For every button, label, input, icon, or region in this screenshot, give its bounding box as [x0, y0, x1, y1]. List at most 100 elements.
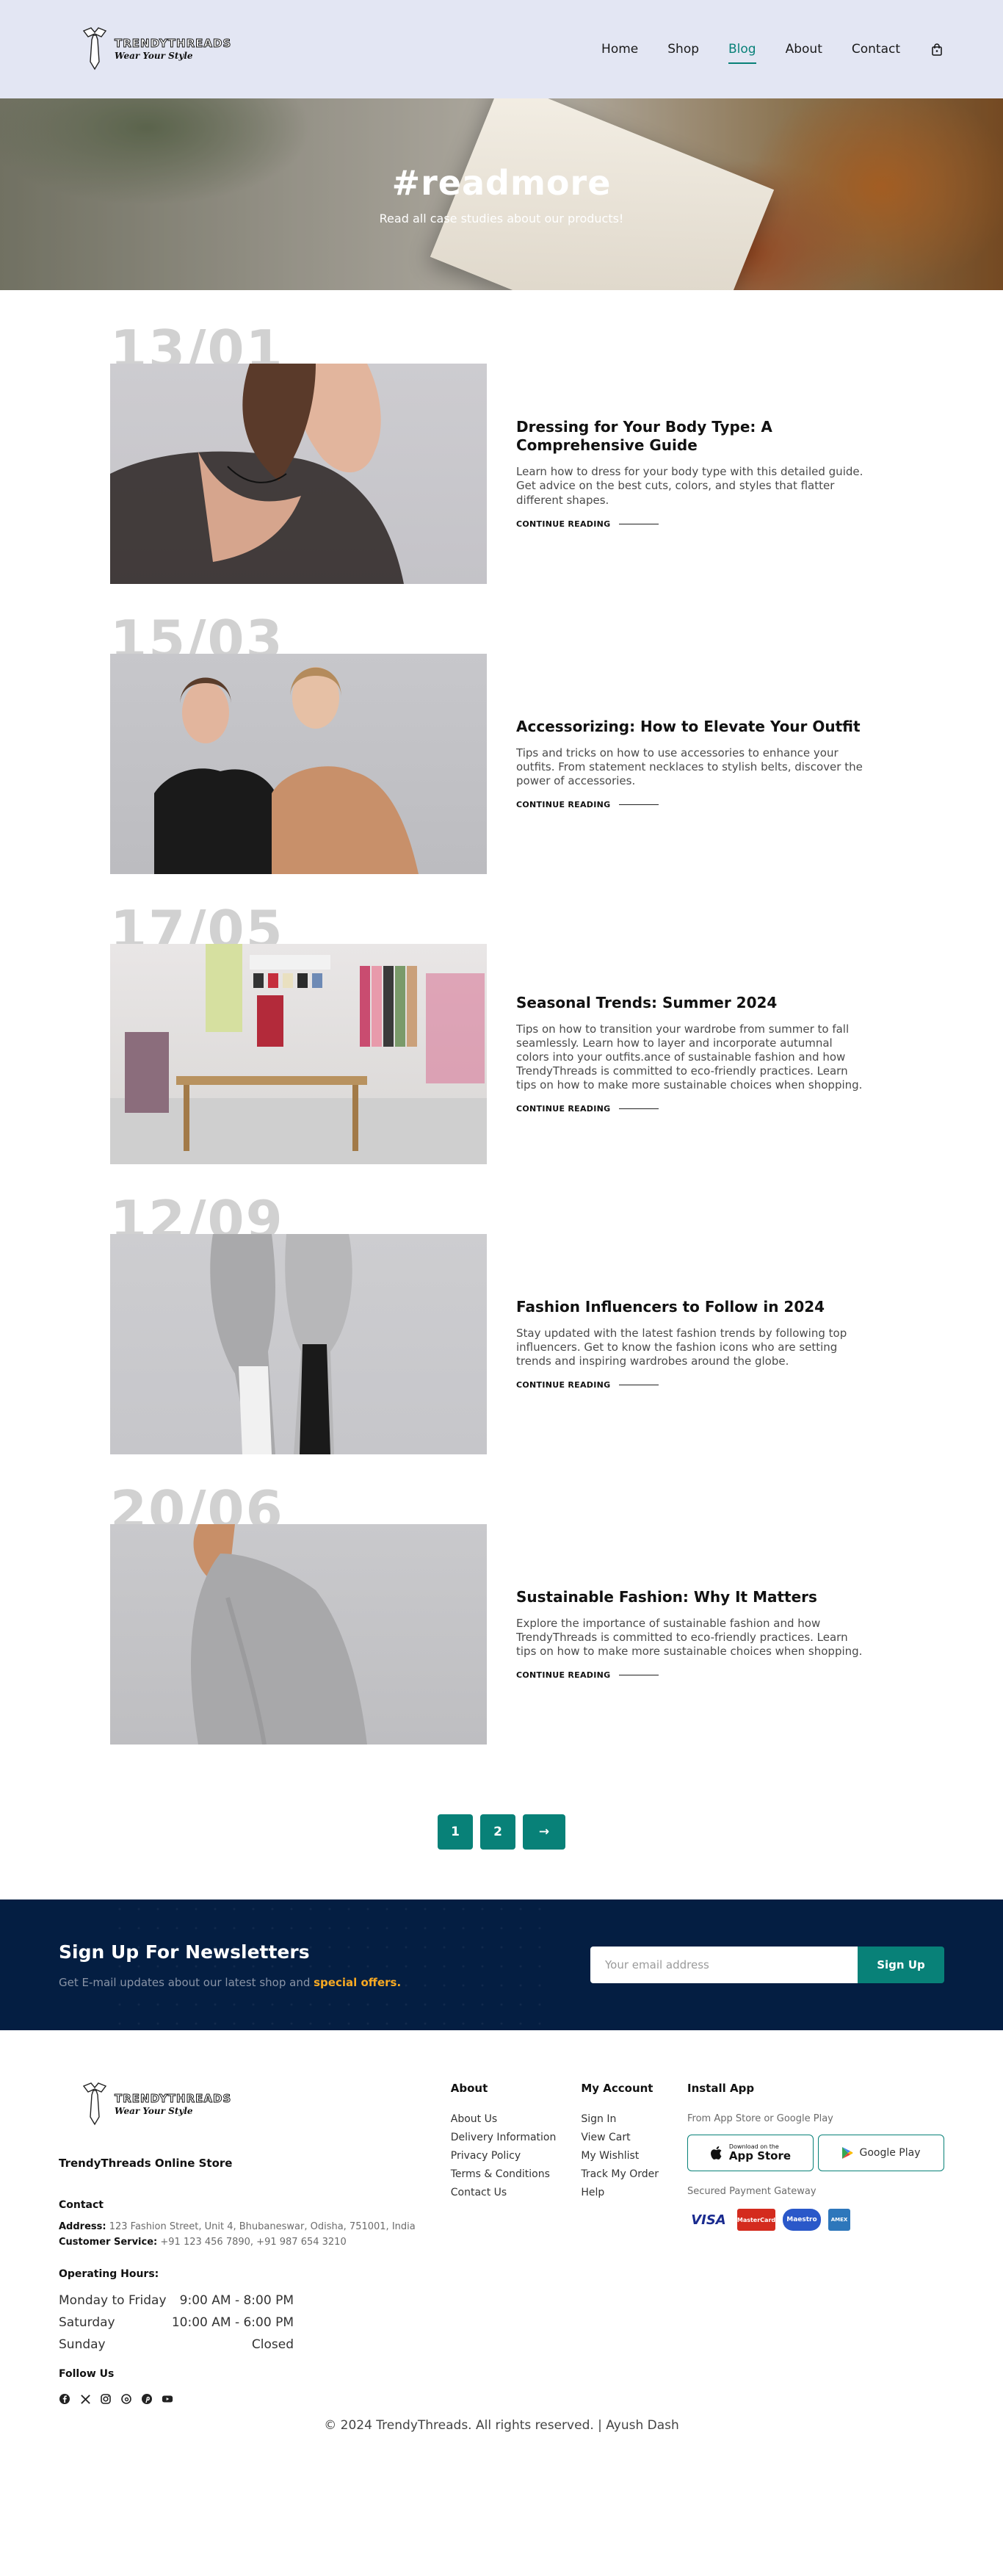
service-value: +91 123 456 7890, +91 987 654 3210 [160, 2237, 347, 2248]
continue-reading-link[interactable]: CONTINUE READING [516, 800, 659, 809]
nav-home[interactable]: Home [601, 39, 638, 59]
continue-reading-link[interactable]: CONTINUE READING [516, 519, 659, 529]
follow-heading: Follow Us [59, 2368, 115, 2380]
footer-link-about-us[interactable]: About Us [451, 2113, 582, 2125]
post-image[interactable] [110, 1524, 487, 1745]
nav-shop[interactable]: Shop [667, 39, 699, 59]
install-heading: Install App [687, 2082, 755, 2095]
newsletter-subtitle-text: Get E-mail updates about our latest shop… [59, 1975, 311, 1989]
service-line: Customer Service: +91 123 456 7890, +91 … [59, 2237, 451, 2248]
post-title[interactable]: Seasonal Trends: Summer 2024 [516, 994, 869, 1012]
hours-time: 9:00 AM - 8:00 PM [179, 2293, 294, 2308]
tie-logo-icon [82, 2082, 107, 2126]
store-buttons: Download on the App Store Google Play [687, 2135, 944, 2171]
google-play-button[interactable]: Google Play [817, 2135, 944, 2171]
youtube-icon[interactable] [162, 2393, 173, 2405]
payment-gateway-label: Secured Payment Gateway [687, 2186, 816, 2197]
x-twitter-icon[interactable] [79, 2393, 91, 2405]
post-description: Tips and tricks on how to use accessorie… [516, 746, 863, 788]
app-store-button[interactable]: Download on the App Store [687, 2135, 814, 2171]
post-image[interactable] [110, 1234, 487, 1454]
logo-text: TRENDYTHREADS Wear Your Style [114, 37, 231, 61]
post-description: Learn how to dress for your body type wi… [516, 465, 863, 507]
hours-time: Closed [251, 2337, 294, 2352]
footer-link-sign-in[interactable]: Sign In [581, 2113, 687, 2125]
logo[interactable]: TRENDYTHREADS Wear Your Style [81, 26, 231, 72]
continue-reading-link[interactable]: CONTINUE READING [516, 1670, 659, 1680]
continue-reading-link[interactable]: CONTINUE READING [516, 1104, 659, 1114]
hours-day: Saturday [59, 2315, 115, 2330]
newsletter-subtitle: Get E-mail updates about our latest shop… [59, 1976, 401, 1989]
address-value: 123 Fashion Street, Unit 4, Bhubaneswar,… [109, 2221, 416, 2232]
footer-link-view-cart[interactable]: View Cart [581, 2132, 687, 2143]
post-image[interactable] [110, 944, 487, 1164]
footer-link-contact[interactable]: Contact Us [451, 2187, 582, 2198]
instagram-icon[interactable] [100, 2393, 112, 2405]
newsletter-title: Sign Up For Newsletters [59, 1941, 310, 1963]
copyright: © 2024 TrendyThreads. All rights reserve… [324, 2418, 679, 2433]
post-description: Tips on how to transition your wardrobe … [516, 1022, 863, 1092]
continue-reading-label: CONTINUE READING [516, 1380, 611, 1390]
google-play-label: Google Play [859, 2147, 921, 2159]
continue-reading-link[interactable]: CONTINUE READING [516, 1380, 659, 1390]
email-input[interactable] [590, 1947, 858, 1983]
service-label: Customer Service: [59, 2237, 158, 2248]
apple-icon [710, 2146, 722, 2160]
footer-store-info: TRENDYTHREADS Wear Your Style TrendyThre… [59, 2082, 451, 2405]
footer-link-wishlist[interactable]: My Wishlist [581, 2150, 687, 2162]
next-page-button[interactable]: → [523, 1814, 565, 1850]
facebook-icon[interactable] [59, 2393, 70, 2405]
page-1-button[interactable]: 1 [438, 1814, 473, 1850]
blog-hero-banner: #readmore Read all case studies about ou… [0, 98, 1003, 290]
threads-icon[interactable] [120, 2393, 132, 2405]
newsletter-highlight: special offers. [314, 1975, 402, 1989]
footer-link-track-order[interactable]: Track My Order [581, 2168, 687, 2180]
account-heading: My Account [581, 2082, 653, 2095]
amex-icon: AMEX [828, 2209, 850, 2231]
continue-reading-label: CONTINUE READING [516, 800, 611, 810]
continue-reading-label: CONTINUE READING [516, 519, 611, 529]
hero-title: #readmore [391, 163, 612, 203]
footer-logo[interactable]: TRENDYTHREADS Wear Your Style [81, 2082, 451, 2127]
hours-heading: Operating Hours: [59, 2268, 159, 2280]
continue-reading-label: CONTINUE READING [516, 1104, 611, 1114]
link-line [619, 804, 659, 806]
post-title[interactable]: Dressing for Your Body Type: A Comprehen… [516, 418, 869, 455]
newsletter-form: Sign Up [590, 1947, 944, 1983]
logo-tagline: Wear Your Style [115, 51, 193, 61]
hours-time: 10:00 AM - 6:00 PM [171, 2315, 294, 2330]
google-play-icon [842, 2147, 853, 2159]
footer-link-privacy[interactable]: Privacy Policy [451, 2150, 582, 2162]
address-line: Address: 123 Fashion Street, Unit 4, Bhu… [59, 2221, 451, 2232]
operating-hours: Monday to Friday 9:00 AM - 8:00 PM Saturd… [59, 2293, 294, 2352]
tie-logo-icon [82, 27, 107, 71]
post-image[interactable] [110, 654, 487, 874]
footer-link-help[interactable]: Help [581, 2187, 687, 2198]
blog-post: 17/05 Seasonal Trends: Summer 2024 Tips … [110, 903, 893, 1164]
hours-day: Monday to Friday [59, 2293, 167, 2308]
mastercard-icon: MasterCard [737, 2209, 775, 2231]
nav-blog[interactable]: Blog [728, 39, 756, 64]
post-description: Explore the importance of sustainable fa… [516, 1616, 863, 1659]
page-2-button[interactable]: 2 [480, 1814, 515, 1850]
post-image[interactable] [110, 364, 487, 584]
install-subtitle: From App Store or Google Play [687, 2113, 833, 2124]
hours-day: Sunday [59, 2337, 106, 2352]
post-title[interactable]: Sustainable Fashion: Why It Matters [516, 1588, 869, 1606]
newsletter-section: Sign Up For Newsletters Get E-mail updat… [0, 1899, 1003, 2030]
footer-about-column: About About Us Delivery Information Priv… [451, 2082, 582, 2405]
pinterest-icon[interactable] [141, 2393, 153, 2405]
post-title[interactable]: Fashion Influencers to Follow in 2024 [516, 1298, 869, 1316]
hours-row: Monday to Friday 9:00 AM - 8:00 PM [59, 2293, 294, 2308]
footer-link-terms[interactable]: Terms & Conditions [451, 2168, 582, 2180]
post-title[interactable]: Accessorizing: How to Elevate Your Outfi… [516, 718, 869, 736]
logo-name: TRENDYTHREADS [114, 2092, 232, 2105]
blog-post: 12/09 Fashion Influencers to Follow in 2… [110, 1194, 893, 1454]
shopping-bag-icon[interactable] [930, 42, 944, 57]
nav-about[interactable]: About [786, 39, 822, 59]
sign-up-button[interactable]: Sign Up [858, 1947, 944, 1983]
footer-link-delivery[interactable]: Delivery Information [451, 2132, 582, 2143]
post-description: Stay updated with the latest fashion tre… [516, 1326, 847, 1368]
blog-post: 20/06 Sustainable Fashion: Why It Matter… [110, 1484, 893, 1745]
nav-contact[interactable]: Contact [852, 39, 900, 59]
